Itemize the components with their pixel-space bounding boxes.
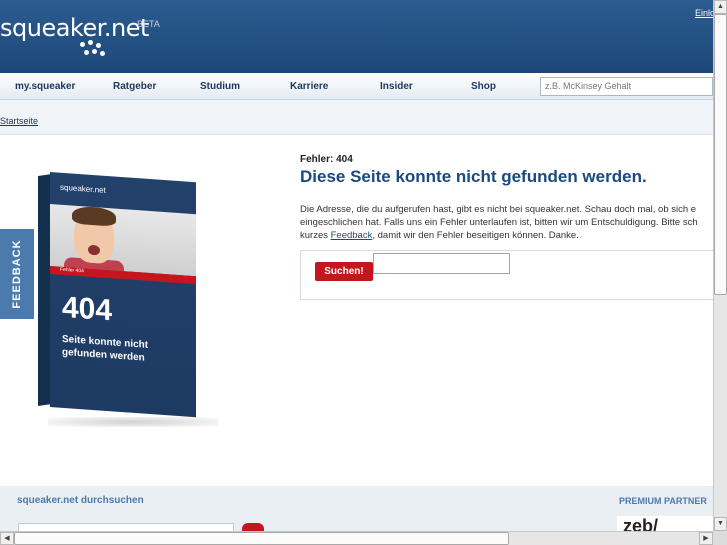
box-error-code: 404 <box>62 290 113 328</box>
nav-item-insider[interactable]: Insider <box>380 81 413 92</box>
login-link[interactable]: Einlo <box>695 8 713 18</box>
feedback-tab[interactable]: FEEDBACK <box>0 229 34 319</box>
site-footer: squeaker.net durchsuchen PREMIUM PARTNER… <box>0 486 713 531</box>
vertical-scrollbar[interactable]: ▲ ▼ <box>713 0 727 531</box>
breadcrumb-home-link[interactable]: Startseite <box>0 116 38 126</box>
error-description: Die Adresse, die du aufgerufen hast, gib… <box>300 204 698 241</box>
horizontal-scrollbar[interactable]: ◀ ▶ <box>0 531 713 545</box>
scroll-up-icon[interactable]: ▲ <box>714 0 727 14</box>
box-photo <box>50 204 196 277</box>
footer-search-title: squeaker.net durchsuchen <box>17 495 144 506</box>
header-search-input[interactable]: z.B. McKinsey Gehalt <box>540 77 713 96</box>
page-title: Diese Seite konnte nicht gefunden werden… <box>300 167 647 186</box>
nav-item-my-squeaker[interactable]: my.squeaker <box>15 81 75 92</box>
feedback-tab-label: FEEDBACK <box>11 239 23 309</box>
error-search-box: Suchen! <box>300 250 713 300</box>
page-viewport: squeaker.net BETA Einlo my.squeaker Ratg… <box>0 0 713 531</box>
nav-item-karriere[interactable]: Karriere <box>290 81 328 92</box>
premium-partner-title: PREMIUM PARTNER <box>619 496 707 506</box>
box-brand: squeaker.net <box>60 182 106 195</box>
scrollbar-corner <box>713 531 727 545</box>
box-shadow <box>48 417 218 427</box>
site-logo[interactable]: squeaker.net <box>0 14 149 42</box>
box-error-text: Seite konnte nicht gefunden werden <box>62 333 149 364</box>
nav-item-studium[interactable]: Studium <box>200 81 240 92</box>
scroll-left-icon[interactable]: ◀ <box>0 532 14 545</box>
nav-item-ratgeber[interactable]: Ratgeber <box>113 81 156 92</box>
feedback-link[interactable]: Feedback <box>331 230 373 241</box>
logo-dots-icon <box>80 40 110 60</box>
partner-logo[interactable]: zeb/ <box>617 516 713 531</box>
footer-search-button[interactable] <box>242 523 264 531</box>
box-red-label: Fehler 404 <box>60 266 84 275</box>
site-header: squeaker.net BETA Einlo <box>0 0 713 73</box>
breadcrumb-bar: Startseite <box>0 100 713 135</box>
footer-search-input[interactable] <box>18 523 234 531</box>
error-search-input[interactable] <box>373 253 510 274</box>
nav-item-shop[interactable]: Shop <box>471 81 496 92</box>
scroll-down-icon[interactable]: ▼ <box>714 517 727 531</box>
scroll-right-icon[interactable]: ▶ <box>699 532 713 545</box>
vertical-scroll-thumb[interactable] <box>714 14 727 295</box>
beta-badge: BETA <box>137 19 160 29</box>
horizontal-scroll-thumb[interactable] <box>14 532 509 545</box>
search-button[interactable]: Suchen! <box>315 262 373 281</box>
box-front: squeaker.net Fehler 404 404 Seite konnte… <box>50 172 196 418</box>
main-nav: my.squeaker Ratgeber Studium Karriere In… <box>0 73 713 100</box>
error-label: Fehler: 404 <box>300 154 353 165</box>
